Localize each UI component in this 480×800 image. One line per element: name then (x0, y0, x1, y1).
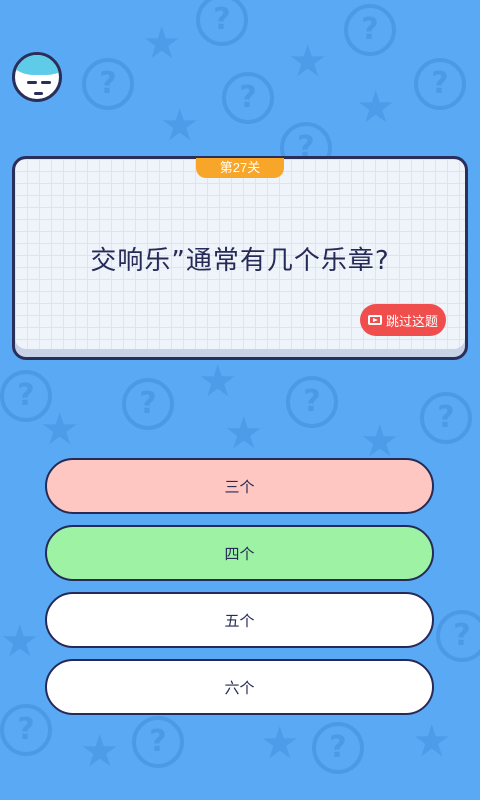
avatar-eye (41, 81, 51, 84)
question-mark-icon: ? (436, 610, 480, 662)
star-icon: ★ (412, 716, 452, 767)
answer-option-1[interactable]: 三个 (45, 458, 434, 514)
question-mark-icon: ? (222, 72, 274, 124)
star-icon: ★ (40, 404, 80, 455)
question-mark-icon: ? (344, 4, 396, 56)
answer-option-4[interactable]: 六个 (45, 659, 434, 715)
question-mark-icon: ? (312, 722, 364, 774)
video-icon (367, 315, 382, 325)
skip-question-button[interactable]: 跳过这题 (360, 304, 446, 336)
answer-option-2[interactable]: 四个 (45, 525, 434, 581)
question-mark-icon: ? (82, 58, 134, 110)
question-mark-icon: ? (196, 0, 248, 46)
question-mark-icon: ? (420, 392, 472, 444)
avatar[interactable] (12, 52, 62, 102)
level-badge: 第27关 (196, 158, 284, 178)
answer-option-label: 四个 (224, 544, 255, 563)
avatar-mouth (34, 92, 43, 95)
avatar-hair (15, 55, 59, 75)
answer-option-label: 五个 (224, 611, 255, 630)
avatar-eye (27, 81, 37, 84)
star-icon: ★ (198, 356, 238, 407)
question-mark-icon: ? (414, 58, 466, 110)
question-text: 交响乐”通常有几个乐章? (90, 246, 390, 276)
answer-option-3[interactable]: 五个 (45, 592, 434, 648)
star-icon: ★ (80, 726, 120, 777)
question-mark-icon: ? (0, 704, 52, 756)
question-mark-icon: ? (286, 376, 338, 428)
answer-option-label: 三个 (224, 477, 255, 496)
star-icon: ★ (356, 82, 396, 133)
star-icon: ★ (288, 36, 328, 87)
star-icon: ★ (0, 616, 40, 667)
answer-option-label: 六个 (224, 678, 255, 697)
skip-label: 跳过这题 (385, 314, 438, 330)
star-icon: ★ (260, 718, 300, 769)
question-mark-icon: ? (122, 378, 174, 430)
star-icon: ★ (160, 100, 200, 151)
question-mark-icon: ? (132, 716, 184, 768)
star-icon: ★ (142, 18, 182, 69)
star-icon: ★ (224, 408, 264, 459)
